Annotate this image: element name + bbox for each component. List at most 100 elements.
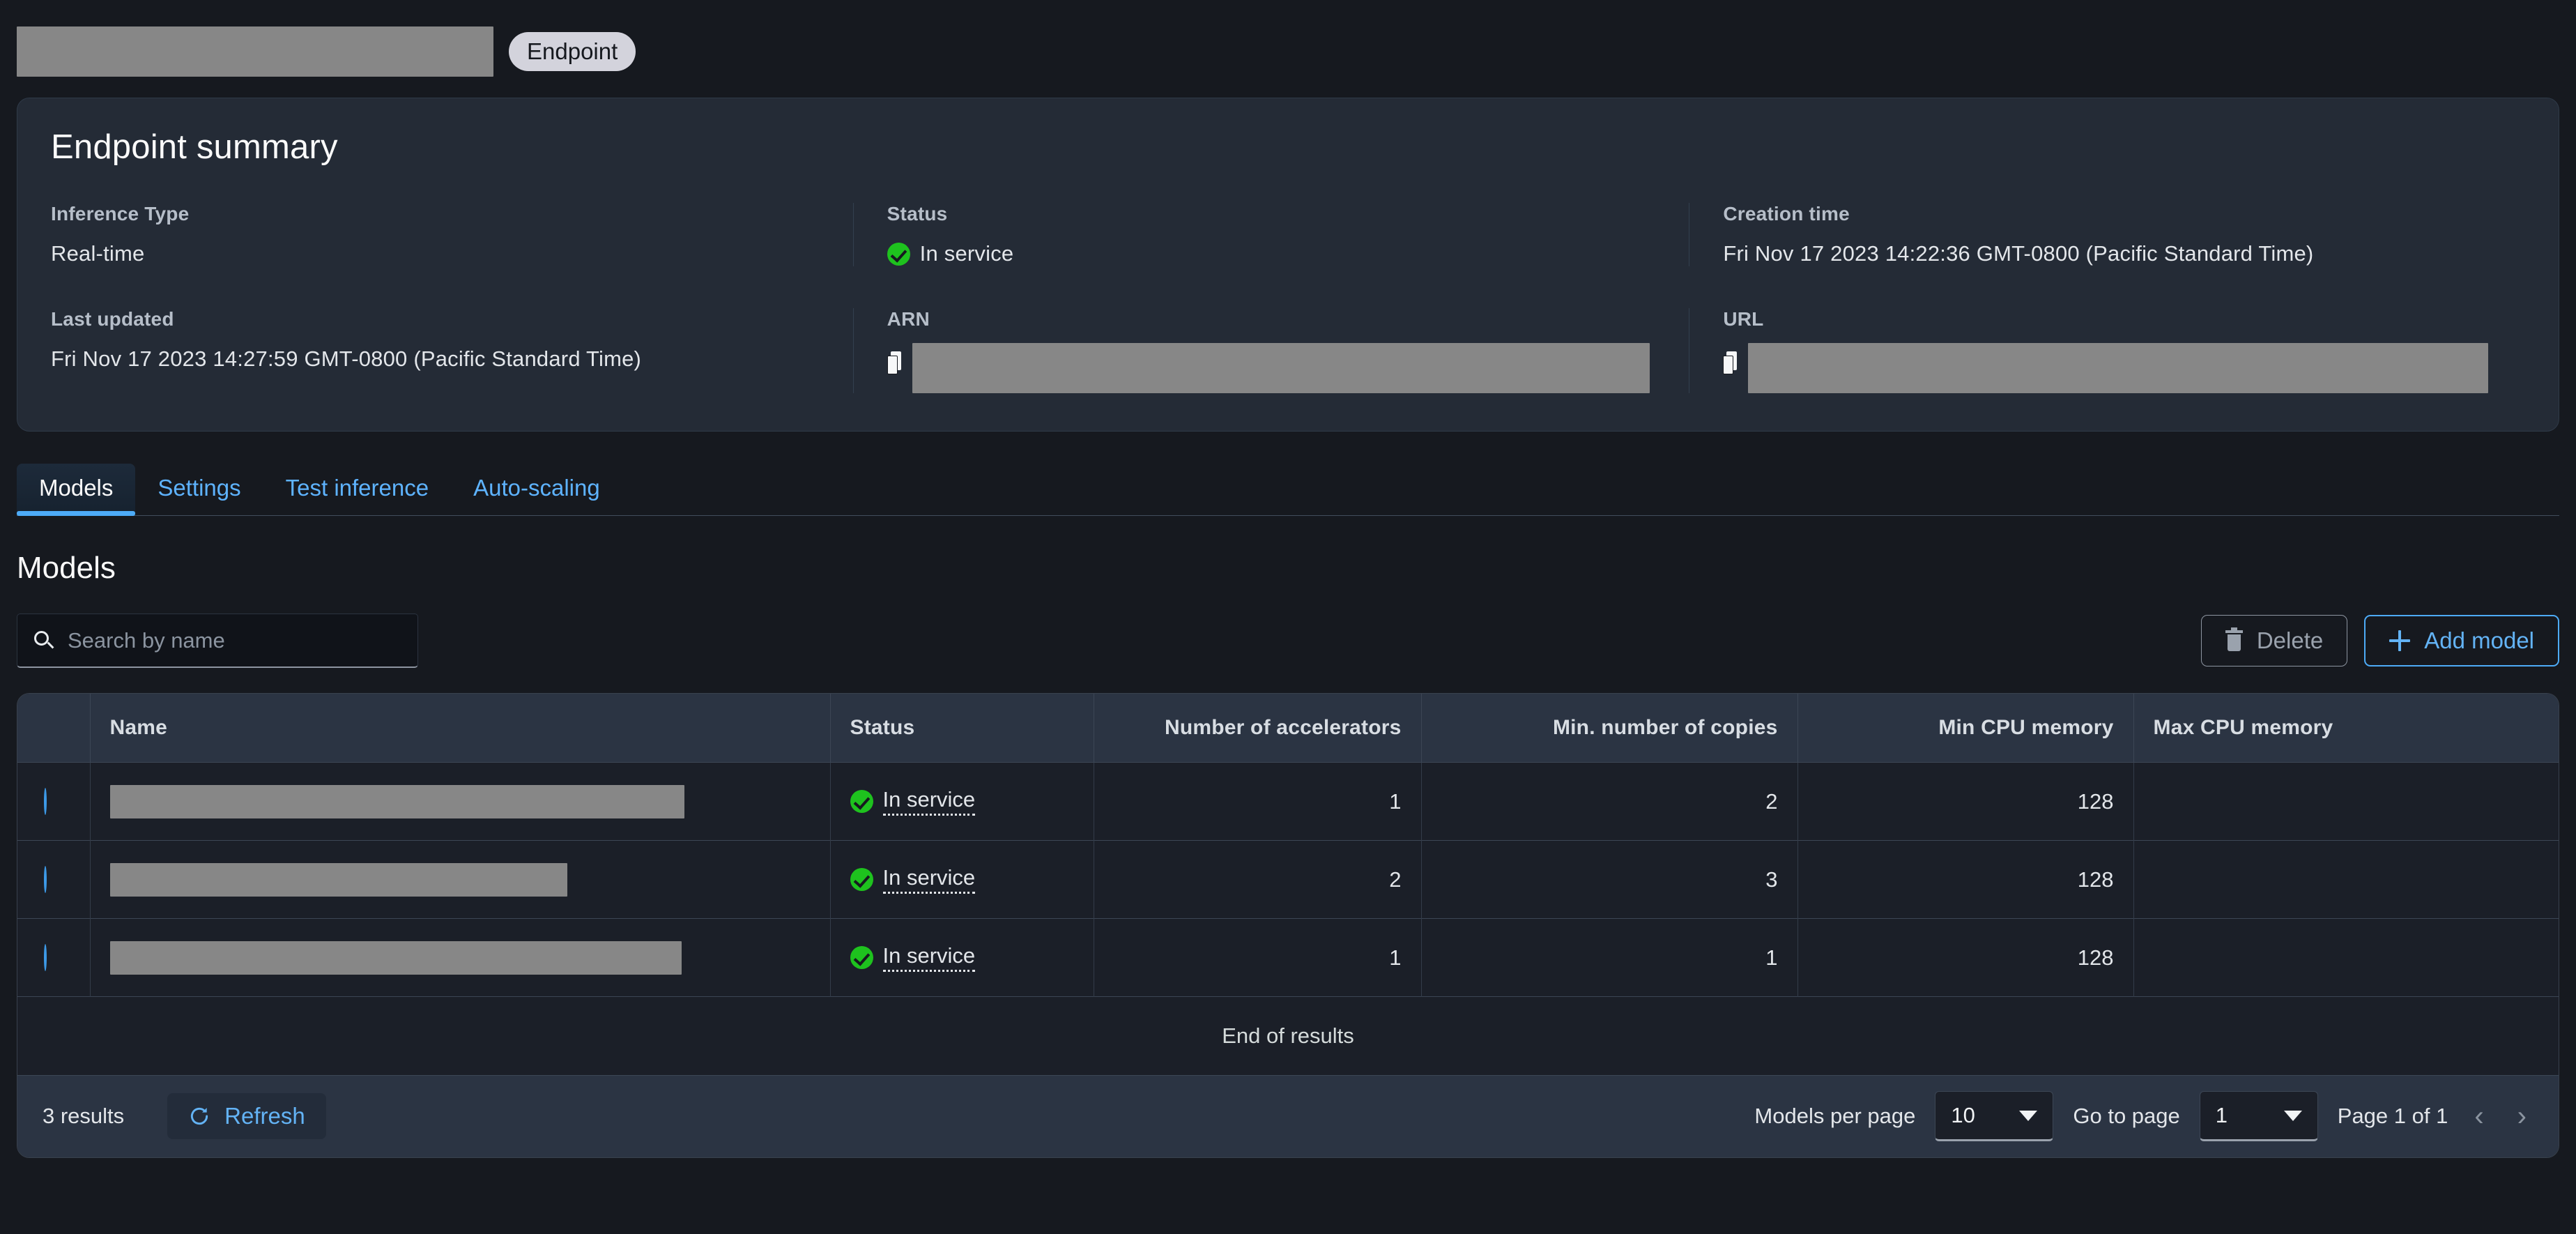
model-name-redacted bbox=[109, 784, 684, 818]
min-cpu-memory-cell: 128 bbox=[1797, 762, 2134, 841]
url-label: URL bbox=[1723, 308, 1764, 330]
tab-models[interactable]: Models bbox=[17, 464, 136, 516]
row-radio-button[interactable] bbox=[44, 943, 47, 971]
pagination-controls: Models per page 10 Go to page 1 Page 1 o… bbox=[1754, 1091, 2533, 1141]
table-header-row: Name Status Number of accelerators Min. … bbox=[17, 694, 2559, 763]
status-success-icon bbox=[887, 242, 910, 266]
row-select-cell bbox=[17, 762, 91, 841]
inference-type-value: Real-time bbox=[51, 241, 145, 266]
min-cpu-memory-cell: 128 bbox=[1797, 840, 2134, 919]
go-to-page-value: 1 bbox=[2215, 1103, 2228, 1127]
max-cpu-memory-cell bbox=[2133, 918, 2559, 997]
status-success-icon bbox=[850, 946, 873, 969]
per-page-value: 10 bbox=[1951, 1103, 1975, 1127]
models-toolbar: Delete Add model bbox=[17, 614, 2559, 668]
status-label: Status bbox=[887, 203, 948, 224]
add-model-button[interactable]: Add model bbox=[2364, 615, 2559, 666]
arn-value-wrap bbox=[887, 343, 1662, 393]
status-link[interactable]: In service bbox=[882, 943, 976, 972]
min-copies-cell: 1 bbox=[1421, 918, 1798, 997]
column-header-min-cpu-memory: Min CPU memory bbox=[1797, 694, 2134, 763]
endpoint-summary-panel: Endpoint summary Inference Type Real-tim… bbox=[17, 98, 2559, 432]
search-input[interactable] bbox=[68, 627, 401, 653]
arn-value-redacted bbox=[912, 343, 1650, 393]
field-url: URL bbox=[1689, 308, 2525, 393]
select-column-header bbox=[17, 694, 91, 763]
summary-grid-row-2: Last updated Fri Nov 17 2023 14:27:59 GM… bbox=[51, 308, 2525, 393]
inference-type-label: Inference Type bbox=[51, 203, 190, 224]
previous-page-icon[interactable]: ‹ bbox=[2467, 1102, 2490, 1130]
page-indicator: Page 1 of 1 bbox=[2337, 1104, 2448, 1128]
models-table: Name Status Number of accelerators Min. … bbox=[17, 694, 2559, 1075]
per-page-select[interactable]: 10 bbox=[1935, 1091, 2054, 1141]
delete-button[interactable]: Delete bbox=[2200, 615, 2348, 666]
tab-auto-scaling[interactable]: Auto-scaling bbox=[451, 464, 622, 515]
go-to-page-select[interactable]: 1 bbox=[2199, 1091, 2318, 1141]
accelerators-cell: 1 bbox=[1094, 762, 1422, 841]
refresh-icon bbox=[188, 1105, 210, 1127]
page-header: Endpoint bbox=[17, 0, 2559, 93]
end-of-results-label: End of results bbox=[17, 996, 2559, 1075]
refresh-button[interactable]: Refresh bbox=[167, 1093, 326, 1139]
last-updated-value: Fri Nov 17 2023 14:27:59 GMT-0800 (Pacif… bbox=[51, 346, 642, 371]
arn-label: ARN bbox=[887, 308, 930, 330]
field-arn: ARN bbox=[852, 308, 1689, 393]
chevron-down-icon bbox=[2283, 1110, 2302, 1121]
model-name-cell bbox=[90, 840, 831, 919]
pagination-bar: 3 results Refresh Models per page 10 Go … bbox=[17, 1074, 2559, 1157]
field-creation-time: Creation time Fri Nov 17 2023 14:22:36 G… bbox=[1689, 203, 2525, 266]
model-status-cell: In service bbox=[830, 762, 1094, 841]
endpoint-detail-page: Endpoint Endpoint summary Inference Type… bbox=[0, 0, 2576, 1234]
max-cpu-memory-cell bbox=[2133, 840, 2559, 919]
model-name-redacted bbox=[109, 940, 682, 975]
add-model-button-label: Add model bbox=[2424, 627, 2534, 653]
model-status-cell: In service bbox=[830, 918, 1094, 997]
model-status-cell: In service bbox=[830, 840, 1094, 919]
table-header: Name Status Number of accelerators Min. … bbox=[17, 694, 2559, 763]
field-last-updated: Last updated Fri Nov 17 2023 14:27:59 GM… bbox=[51, 308, 853, 393]
column-header-name: Name bbox=[90, 694, 831, 763]
next-page-icon[interactable]: › bbox=[2510, 1102, 2533, 1130]
plus-icon bbox=[2389, 630, 2411, 651]
model-name-cell bbox=[90, 918, 831, 997]
go-to-page-label: Go to page bbox=[2073, 1104, 2180, 1128]
status-value-wrap: In service bbox=[887, 241, 1662, 266]
status-link[interactable]: In service bbox=[882, 865, 976, 894]
row-radio-button[interactable] bbox=[44, 865, 47, 893]
refresh-button-label: Refresh bbox=[224, 1103, 305, 1129]
models-heading: Models bbox=[17, 551, 116, 585]
per-page-label: Models per page bbox=[1754, 1104, 1916, 1128]
field-status: Status In service bbox=[852, 203, 1689, 266]
last-updated-label: Last updated bbox=[51, 308, 174, 330]
status-link[interactable]: In service bbox=[882, 787, 976, 816]
field-inference-type: Inference Type Real-time bbox=[51, 203, 853, 266]
summary-grid-row-1: Inference Type Real-time Status In servi… bbox=[51, 203, 2525, 266]
table-row[interactable]: In service 2 3 128 bbox=[17, 840, 2559, 919]
min-copies-cell: 2 bbox=[1421, 762, 1798, 841]
status-value: In service bbox=[919, 241, 1014, 266]
end-of-results-row: End of results bbox=[17, 996, 2559, 1075]
resource-type-badge: Endpoint bbox=[509, 32, 636, 71]
creation-time-value: Fri Nov 17 2023 14:22:36 GMT-0800 (Pacif… bbox=[1723, 241, 2314, 266]
copy-icon[interactable] bbox=[887, 351, 903, 375]
tab-test-inference[interactable]: Test inference bbox=[263, 464, 451, 515]
models-table-wrap: Name Status Number of accelerators Min. … bbox=[17, 693, 2559, 1158]
row-select-cell bbox=[17, 918, 91, 997]
table-row[interactable]: In service 1 1 128 bbox=[17, 918, 2559, 997]
row-radio-button[interactable] bbox=[44, 787, 47, 815]
search-input-wrap[interactable] bbox=[17, 614, 418, 668]
accelerators-cell: 1 bbox=[1094, 918, 1422, 997]
table-row[interactable]: In service 1 2 128 bbox=[17, 762, 2559, 841]
column-header-status: Status bbox=[830, 694, 1094, 763]
delete-button-label: Delete bbox=[2256, 627, 2324, 653]
status-success-icon bbox=[850, 868, 873, 891]
url-value-wrap bbox=[1723, 343, 2497, 393]
tab-settings[interactable]: Settings bbox=[135, 464, 263, 515]
search-icon bbox=[34, 630, 54, 650]
creation-time-label: Creation time bbox=[1723, 203, 1850, 224]
column-header-min-copies: Min. number of copies bbox=[1421, 694, 1798, 763]
model-name-cell bbox=[90, 762, 831, 841]
max-cpu-memory-cell bbox=[2133, 762, 2559, 841]
copy-icon[interactable] bbox=[1723, 351, 1738, 375]
model-name-redacted bbox=[109, 862, 567, 897]
